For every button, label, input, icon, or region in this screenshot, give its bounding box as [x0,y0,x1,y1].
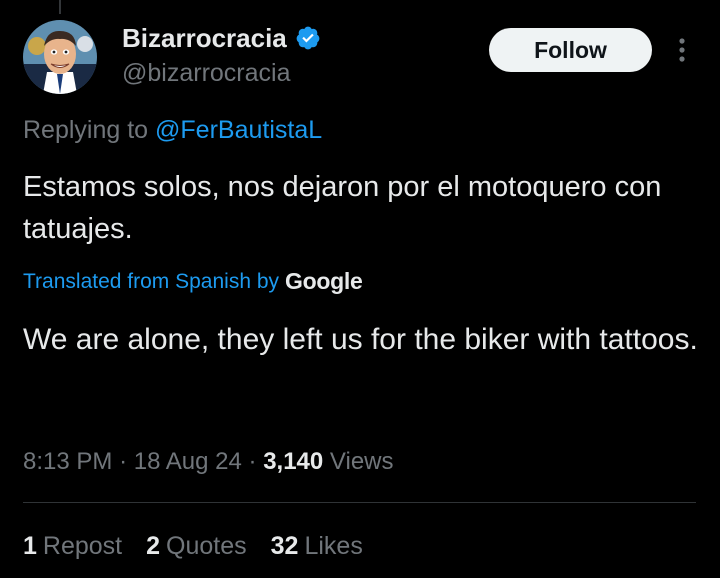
quotes-count: 2 [146,532,161,560]
tweet-meta: 8:13 PM · 18 Aug 24 · 3,140 Views [23,446,394,478]
likes-stat[interactable]: 32 Likes [271,530,363,562]
translated-from-link[interactable]: Translated from Spanish by [23,270,279,294]
reposts-stat[interactable]: 1 Repost [23,530,122,562]
views-count: 3,140 [263,448,324,475]
verified-badge-icon[interactable] [295,25,321,51]
author-display-name[interactable]: Bizarrocracia [122,22,287,54]
views-label: Views [329,448,394,475]
replying-to-line: Replying to @FerBautistaL [23,114,322,146]
replying-to-mention-link[interactable]: @FerBautistaL [155,116,322,144]
follow-button[interactable]: Follow [489,28,652,72]
translation-attribution: Translated from Spanish by Google [23,268,363,295]
author-handle[interactable]: @bizarrocracia [122,58,290,88]
reposts-label: Repost [42,532,123,560]
divider [23,502,696,503]
quotes-label: Quotes [166,532,247,560]
quotes-stat[interactable]: 2 Quotes [146,530,247,562]
tweet-time[interactable]: 8:13 PM [23,448,112,475]
more-vertical-icon[interactable] [672,36,692,66]
tweet-original-text: Estamos solos, nos dejaron por el motoqu… [23,171,662,245]
author-name-row: Bizarrocracia [122,22,321,54]
reposts-count: 1 [23,532,37,560]
tweet-translated-text: We are alone, they left us for the biker… [23,323,698,356]
likes-count: 32 [270,532,299,560]
avatar[interactable] [23,20,97,94]
meta-separator: · [119,448,134,475]
engagement-stats: 1 Repost 2 Quotes 32 Likes [23,530,363,562]
replying-to-prefix: Replying to [23,116,149,144]
thread-connector-line [59,0,61,14]
google-logo: Google [285,268,363,294]
avatar-caricature-image [23,20,97,94]
meta-separator: · [248,448,264,475]
tweet-date[interactable]: 18 Aug 24 [134,448,242,475]
likes-label: Likes [304,532,363,560]
